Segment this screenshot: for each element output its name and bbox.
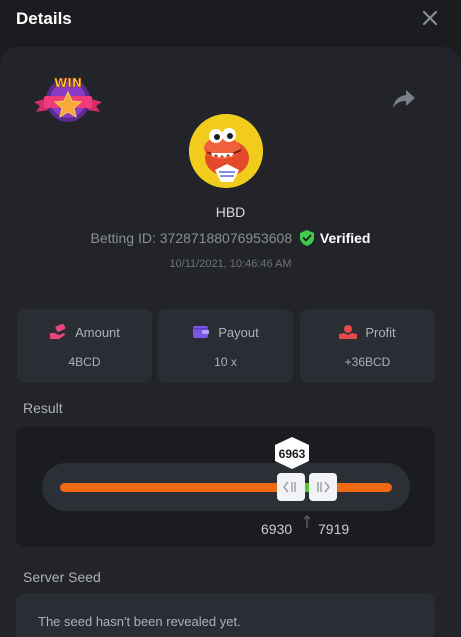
slider-bar-lose-left	[60, 483, 282, 492]
slider-handle-low[interactable]	[277, 473, 305, 501]
stat-amount: Amount 4BCD	[17, 309, 152, 383]
crocodile-avatar-icon	[189, 114, 263, 188]
verified-label[interactable]: Verified	[320, 230, 371, 246]
stat-amount-head: Amount	[17, 324, 152, 340]
money-hand-icon	[50, 324, 66, 339]
range-low-value: 6930	[261, 521, 293, 537]
close-icon[interactable]	[418, 6, 442, 30]
stat-payout-label: Payout	[218, 325, 259, 340]
result-label: Result	[23, 400, 63, 416]
verified-shield-icon	[300, 230, 315, 246]
stat-profit: Profit +36BCD	[300, 309, 435, 383]
result-value: 6963	[278, 447, 306, 461]
details-header: Details	[0, 0, 461, 38]
server-seed-message: The seed hasn't been revealed yet.	[38, 614, 241, 629]
swap-arrows-icon[interactable]	[301, 515, 313, 529]
stat-amount-label: Amount	[75, 325, 120, 340]
stat-profit-head: Profit	[300, 324, 435, 340]
slider-handle-high[interactable]	[309, 473, 337, 501]
range-high-value: 7919	[318, 521, 350, 537]
username: HBD	[215, 204, 246, 220]
stat-payout-head: Payout	[158, 324, 293, 340]
stat-payout: Payout 10 x	[158, 309, 293, 383]
win-badge-icon: WIN	[30, 72, 106, 128]
wallet-icon	[193, 326, 210, 338]
betting-id-label: Betting ID:	[90, 230, 156, 246]
bet-datetime: 10/11/2021, 10:46:46 AM	[169, 258, 292, 270]
dialog-title: Details	[16, 9, 72, 28]
coin-hand-icon	[339, 325, 358, 339]
stat-profit-value: +36BCD	[344, 355, 391, 369]
betting-id-line: Betting ID: 37287188076953608 Verified	[0, 230, 461, 246]
stat-profit-label: Profit	[365, 325, 396, 340]
share-icon[interactable]	[392, 88, 416, 110]
svg-text:WIN: WIN	[54, 76, 82, 90]
stat-payout-value: 10 x	[214, 355, 237, 369]
result-value-marker: 6963	[273, 436, 311, 470]
stat-amount-value: 4BCD	[68, 355, 101, 369]
server-seed-label: Server Seed	[23, 569, 101, 585]
betting-id-value[interactable]: 37287188076953608	[160, 230, 292, 246]
